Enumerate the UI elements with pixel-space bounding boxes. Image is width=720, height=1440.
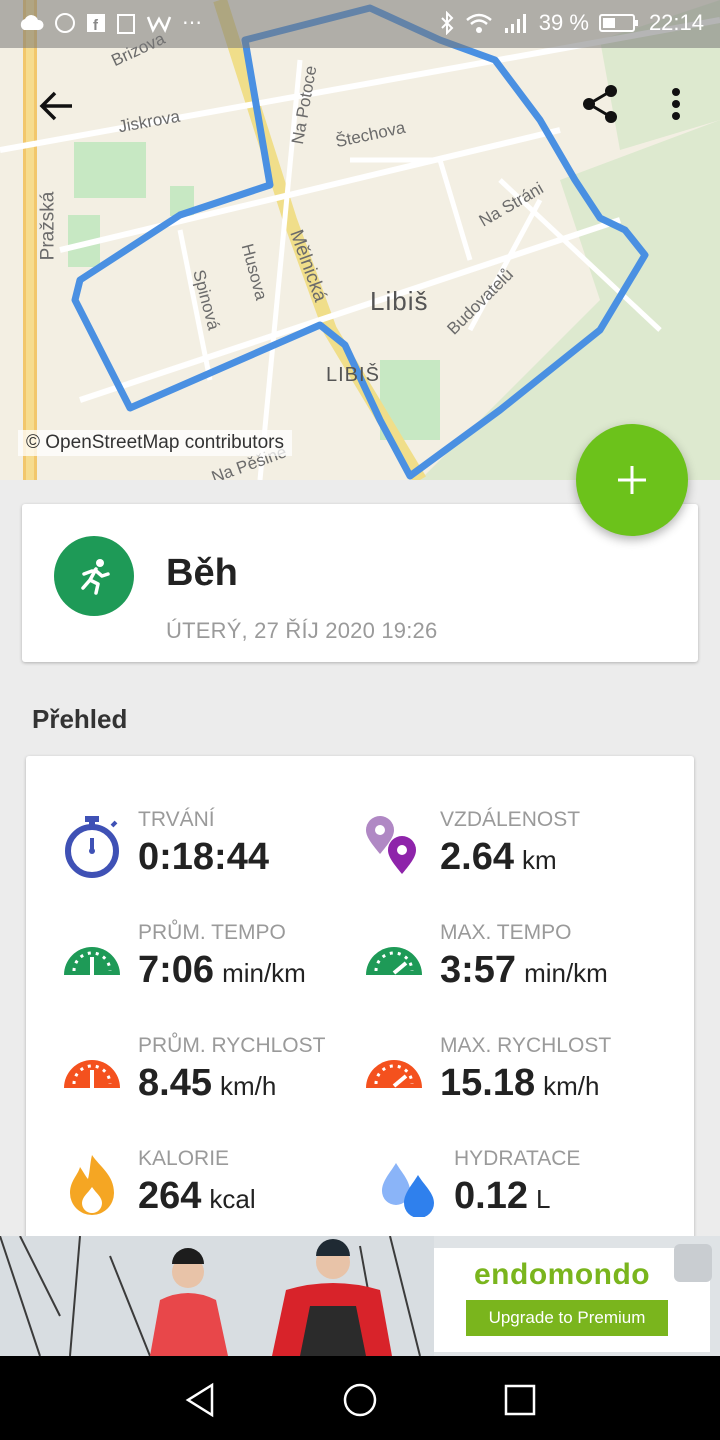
battery-percent: 39 % [538,10,589,35]
workout-date: ÚTERÝ, 27 ŘÍJ 2020 19:26 [166,618,438,643]
stat-label: VZDÁLENOST [440,808,581,831]
stat-value: 7:06 [138,949,215,991]
sport-badge [54,536,134,616]
ad-cta-panel[interactable]: endomondo Upgrade to Premium [434,1248,710,1352]
add-button[interactable] [576,424,688,536]
more-notifications-icon: ⋯ [182,12,202,34]
stat-value: 2.64 [440,836,514,878]
system-nav-bar [0,1356,720,1440]
more-vert-icon [672,88,680,120]
stat-value: 0.12 [454,1175,528,1217]
avg-pace-gauge-icon [64,947,120,975]
stat-value: 15.18 [440,1062,536,1104]
cloud-icon [20,14,44,30]
share-icon [583,85,617,123]
place-label: Libiš [370,286,429,316]
stat-unit: km [521,845,557,875]
stat-distance: VZDÁLENOST 2.64 km [362,808,682,908]
share-button[interactable] [576,80,624,128]
map-canvas [0,0,720,480]
stat-unit: km/h [543,1071,600,1101]
ad-badge-icon[interactable] [674,1244,712,1282]
battery-icon [598,14,638,32]
stat-unit: min/km [222,958,306,988]
map-pins-icon [366,816,416,874]
bluetooth-icon [441,11,454,35]
flame-icon [70,1155,114,1215]
water-drops-icon [382,1163,434,1217]
more-options-button[interactable] [652,80,700,128]
route-map[interactable]: Brizova Jiskrova Na Potoce Štechova Na S… [0,0,720,480]
stat-label: KALORIE [138,1147,230,1170]
signal-icon [504,14,526,33]
street-label: Pražská [37,191,59,261]
stat-value: 8.45 [138,1062,212,1104]
stat-unit: L [535,1184,551,1214]
stat-label: MAX. RYCHLOST [440,1034,612,1057]
sport-name: Běh [166,552,238,594]
ad-photo [0,1236,434,1356]
nav-home-icon[interactable] [342,1382,378,1418]
stat-label: PRŮM. TEMPO [138,921,286,944]
arrow-left-icon [39,91,72,121]
back-button[interactable] [32,82,80,130]
nav-back-icon[interactable] [182,1382,218,1418]
status-bar: f ⋯ 39 % 22:14 [0,0,720,48]
avg-speed-gauge-icon [64,1060,120,1088]
upgrade-premium-button[interactable]: Upgrade to Premium [466,1300,668,1336]
stat-label: PRŮM. RYCHLOST [138,1034,326,1057]
stat-hydration: HYDRATACE 0.12 L [376,1147,696,1247]
stat-label: HYDRATACE [454,1147,581,1170]
max-speed-gauge-icon [366,1060,422,1088]
stat-duration: TRVÁNÍ 0:18:44 [60,808,380,908]
overview-title: Přehled [32,704,128,734]
plus-icon [618,466,646,494]
stat-value: 0:18:44 [138,836,269,878]
stopwatch-icon [65,816,119,878]
notification-icons: f ⋯ [18,10,202,35]
stat-unit: km/h [219,1071,277,1101]
ad-banner[interactable]: endomondo Upgrade to Premium [0,1236,720,1356]
overview-stats-card: TRVÁNÍ 0:18:44 VZDÁLENOST 2.64 km PRŮM. T… [26,756,694,1276]
stat-calories: KALORIE 264 kcal [60,1147,380,1247]
whatsapp-icon [55,12,75,33]
endomondo-logo: endomondo [474,1258,651,1291]
map-attribution[interactable]: © OpenStreetMap contributors [18,430,292,456]
clipboard-icon [117,13,135,34]
nav-recents-icon[interactable] [502,1382,538,1418]
activity-header-card: Běh ÚTERÝ, 27 ŘÍJ 2020 19:26 [22,504,698,662]
wifi-icon [465,13,492,33]
stat-unit: kcal [209,1184,256,1214]
clock: 22:14 [648,10,704,35]
stat-value: 264 [138,1175,202,1217]
stat-max-pace: MAX. TEMPO 3:57 min/km [362,921,682,1021]
w-app-icon [146,15,172,33]
place-label: LIBIŠ [326,364,380,386]
stat-avg-pace: PRŮM. TEMPO 7:06 min/km [60,921,380,1021]
stat-value: 3:57 [440,949,517,991]
system-icons: 39 % 22:14 [439,10,704,36]
stat-unit: min/km [524,958,608,988]
stat-label: MAX. TEMPO [440,921,572,944]
max-pace-gauge-icon [366,947,422,975]
running-icon [81,559,110,595]
stat-max-speed: MAX. RYCHLOST 15.18 km/h [362,1034,682,1134]
stat-label: TRVÁNÍ [138,808,215,831]
facebook-icon: f [87,13,105,33]
stat-avg-speed: PRŮM. RYCHLOST 8.45 km/h [60,1034,380,1134]
